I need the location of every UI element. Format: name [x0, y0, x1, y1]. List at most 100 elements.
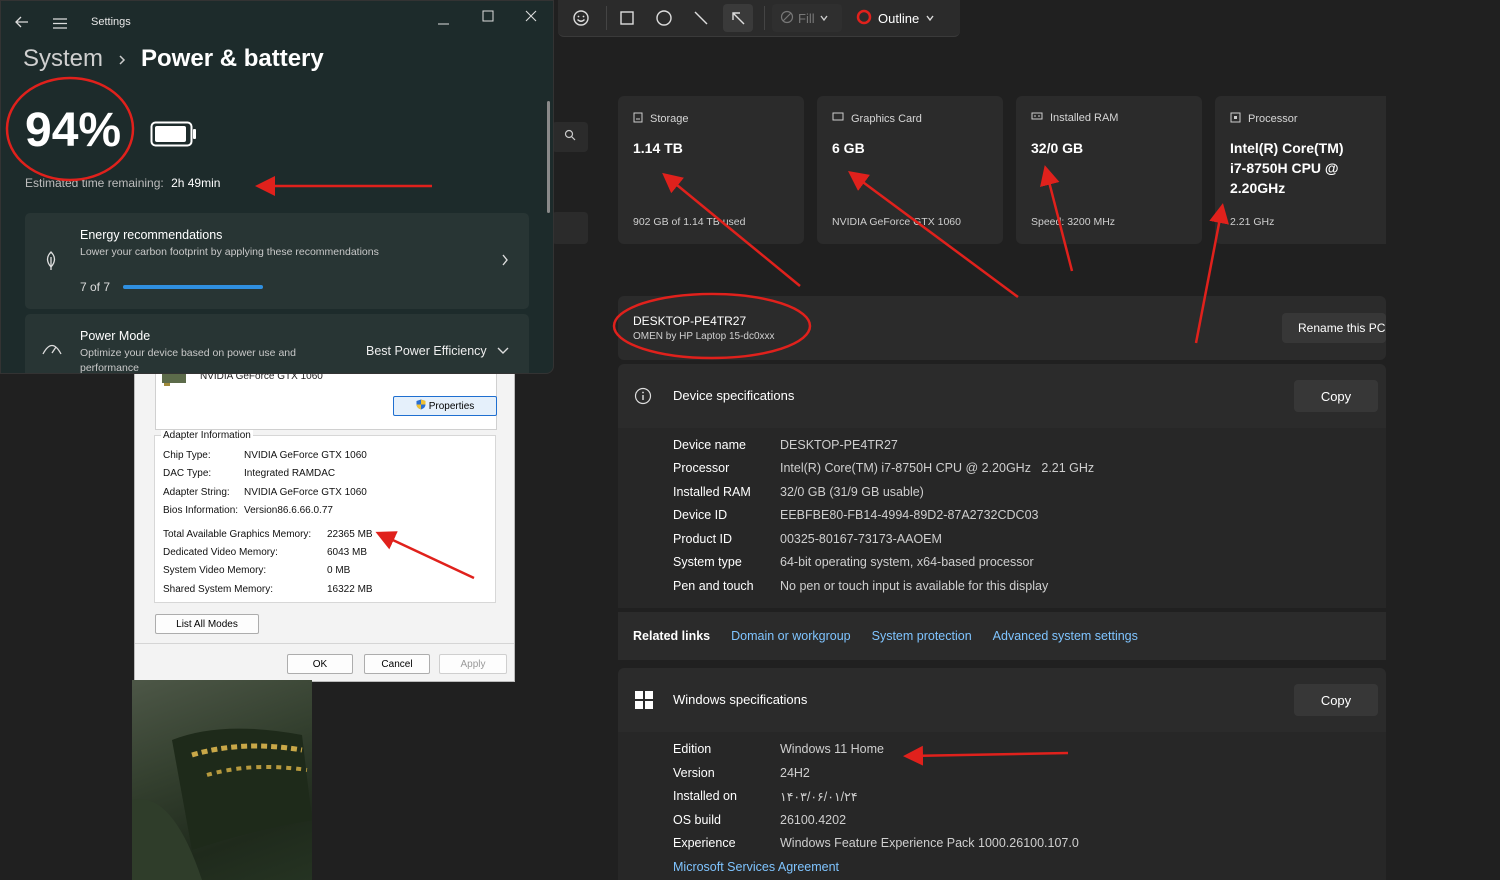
maximize-icon[interactable]: [482, 9, 494, 27]
search-button[interactable]: [552, 122, 588, 152]
copy-device-specs-button[interactable]: Copy: [1294, 380, 1378, 412]
rename-pc-button[interactable]: Rename this PC: [1282, 313, 1386, 343]
device-model: OMEN by HP Laptop 15-dc0xxx: [633, 331, 775, 342]
graphics-card-card[interactable]: Graphics Card 6 GB NVIDIA GeForce GTX 10…: [817, 96, 1003, 244]
group-title: Adapter Information: [161, 430, 253, 441]
battery-percentage: 94%: [25, 104, 122, 157]
spec-row: Product ID 00325-80167-73173-AAOEM: [673, 532, 942, 546]
spec-row: Pen and touch No pen or touch input is av…: [673, 579, 1048, 593]
spec-key: Pen and touch: [673, 579, 754, 593]
back-arrow-icon[interactable]: [15, 15, 29, 33]
power-mode-dropdown[interactable]: Best Power Efficiency: [366, 344, 509, 358]
domain-workgroup-link[interactable]: Domain or workgroup: [731, 629, 851, 643]
adapter-key: DAC Type:: [163, 468, 212, 479]
minimize-icon[interactable]: [438, 13, 450, 31]
outline-label: Outline: [878, 10, 920, 26]
memory-value: 0 MB: [327, 565, 351, 576]
spec-cards: Storage 1.14 TB 902 GB of 1.14 TB used G…: [618, 96, 1386, 244]
energy-recommendations-panel[interactable]: Energy recommendations Lower your carbon…: [25, 213, 529, 309]
spec-row: Edition Windows 11 Home: [673, 742, 884, 756]
spec-key: Product ID: [673, 532, 733, 546]
ok-button[interactable]: OK: [287, 654, 353, 674]
system-protection-link[interactable]: System protection: [872, 629, 972, 643]
estimated-time: Estimated time remaining: 2h 49min: [25, 176, 220, 190]
spec-value: 64-bit operating system, x64-based proce…: [780, 555, 1034, 569]
spec-key: Installed on: [673, 789, 737, 803]
card-value: 32/0 GB: [1031, 140, 1084, 156]
line-tool-icon[interactable]: [686, 4, 716, 32]
spec-key: System type: [673, 555, 742, 569]
microsoft-services-agreement-link[interactable]: Microsoft Services Agreement: [673, 860, 839, 874]
dialog-divider: [135, 643, 514, 644]
memory-value: 16322 MB: [327, 584, 373, 595]
breadcrumb-system[interactable]: System: [23, 45, 103, 73]
rectangle-tool-icon[interactable]: [612, 4, 642, 32]
chevron-down-icon: [925, 11, 935, 26]
close-icon[interactable]: [525, 9, 537, 27]
copy-windows-specs-button[interactable]: Copy: [1294, 684, 1378, 716]
apply-button[interactable]: Apply: [439, 654, 507, 674]
adapter-value: Version86.6.66.0.77: [244, 505, 333, 516]
card-header: Storage: [633, 112, 689, 126]
adapter-row: Chip Type: NVIDIA GeForce GTX 1060: [163, 450, 367, 461]
nav-item[interactable]: [552, 212, 588, 244]
properties-button[interactable]: Properties: [393, 396, 497, 416]
memory-row: Shared System Memory: 16322 MB: [163, 584, 373, 595]
card-value-line: i7-8750H CPU @: [1230, 160, 1339, 176]
device-specifications-header[interactable]: Device specifications Copy: [618, 364, 1386, 428]
device-specifications-title: Device specifications: [673, 388, 795, 403]
info-icon: [634, 387, 652, 410]
search-icon: [564, 128, 576, 146]
energy-progress-fill: [123, 285, 263, 289]
device-name-panel: DESKTOP-PE4TR27 OMEN by HP Laptop 15-dc0…: [618, 296, 1386, 360]
emoji-tool-icon[interactable]: [566, 4, 596, 32]
outline-dropdown[interactable]: Outline: [856, 4, 952, 32]
processor-card[interactable]: Processor Intel(R) Core(TM) i7-8750H CPU…: [1215, 96, 1386, 244]
memory-row: Total Available Graphics Memory: 22365 MB: [163, 529, 373, 540]
spec-value: 24H2: [780, 766, 810, 780]
ellipse-tool-icon[interactable]: [649, 4, 679, 32]
breadcrumb: System Power & battery: [23, 45, 324, 73]
device-name: DESKTOP-PE4TR27: [633, 314, 747, 328]
menu-icon[interactable]: [53, 16, 67, 34]
spec-key: Edition: [673, 742, 712, 756]
arrow-tool-icon[interactable]: [723, 4, 753, 32]
spec-key: Device name: [673, 438, 746, 452]
graphics-card-icon: [832, 112, 844, 125]
spec-row: OS build 26100.4202: [673, 813, 846, 827]
adapter-value: NVIDIA GeForce GTX 1060: [244, 450, 367, 461]
card-header: Processor: [1230, 112, 1298, 126]
memory-key: System Video Memory:: [163, 565, 267, 576]
adapter-key: Adapter String:: [163, 487, 230, 498]
card-header: Graphics Card: [832, 112, 922, 125]
estimated-time-value: 2h 49min: [171, 176, 221, 190]
spec-row: Installed on ۱۴۰۳/۰۶/۰۱/۲۴: [673, 789, 858, 804]
card-title: Graphics Card: [851, 112, 922, 125]
energy-subtitle: Lower your carbon footprint by applying …: [80, 246, 379, 258]
adapter-value: Integrated RAMDAC: [244, 468, 336, 479]
memory-key: Shared System Memory:: [163, 584, 274, 595]
energy-title: Energy recommendations: [80, 228, 223, 242]
toolbar-divider: [764, 6, 765, 30]
scrollbar-thumb[interactable]: [547, 101, 550, 213]
spec-key: Installed RAM: [673, 485, 751, 499]
outline-color-icon: [856, 9, 872, 28]
adapter-row: DAC Type: Integrated RAMDAC: [163, 468, 335, 479]
spec-value: 26100.4202: [780, 813, 847, 827]
card-value-line: 2.20GHz: [1230, 180, 1286, 196]
ram-icon: [1031, 112, 1043, 124]
windows-specifications-header[interactable]: Windows specifications Copy: [618, 668, 1386, 732]
power-mode-title: Power Mode: [80, 329, 151, 343]
adapter-key: Chip Type:: [163, 450, 211, 461]
adapter-row: Bios Information: Version86.6.66.0.77: [163, 505, 333, 516]
advanced-system-settings-link[interactable]: Advanced system settings: [993, 629, 1138, 643]
list-all-modes-button[interactable]: List All Modes: [155, 614, 259, 634]
windows-specifications-title: Windows specifications: [673, 692, 808, 707]
processor-icon: [1230, 112, 1241, 126]
storage-card[interactable]: Storage 1.14 TB 902 GB of 1.14 TB used: [618, 96, 804, 244]
fill-dropdown[interactable]: Fill: [772, 4, 842, 32]
card-sub: Speed: 3200 MHz: [1031, 216, 1116, 228]
cancel-button[interactable]: Cancel: [364, 654, 430, 674]
battery-icon: [150, 121, 198, 152]
ram-card[interactable]: Installed RAM 32/0 GB Speed: 3200 MHz: [1016, 96, 1202, 244]
